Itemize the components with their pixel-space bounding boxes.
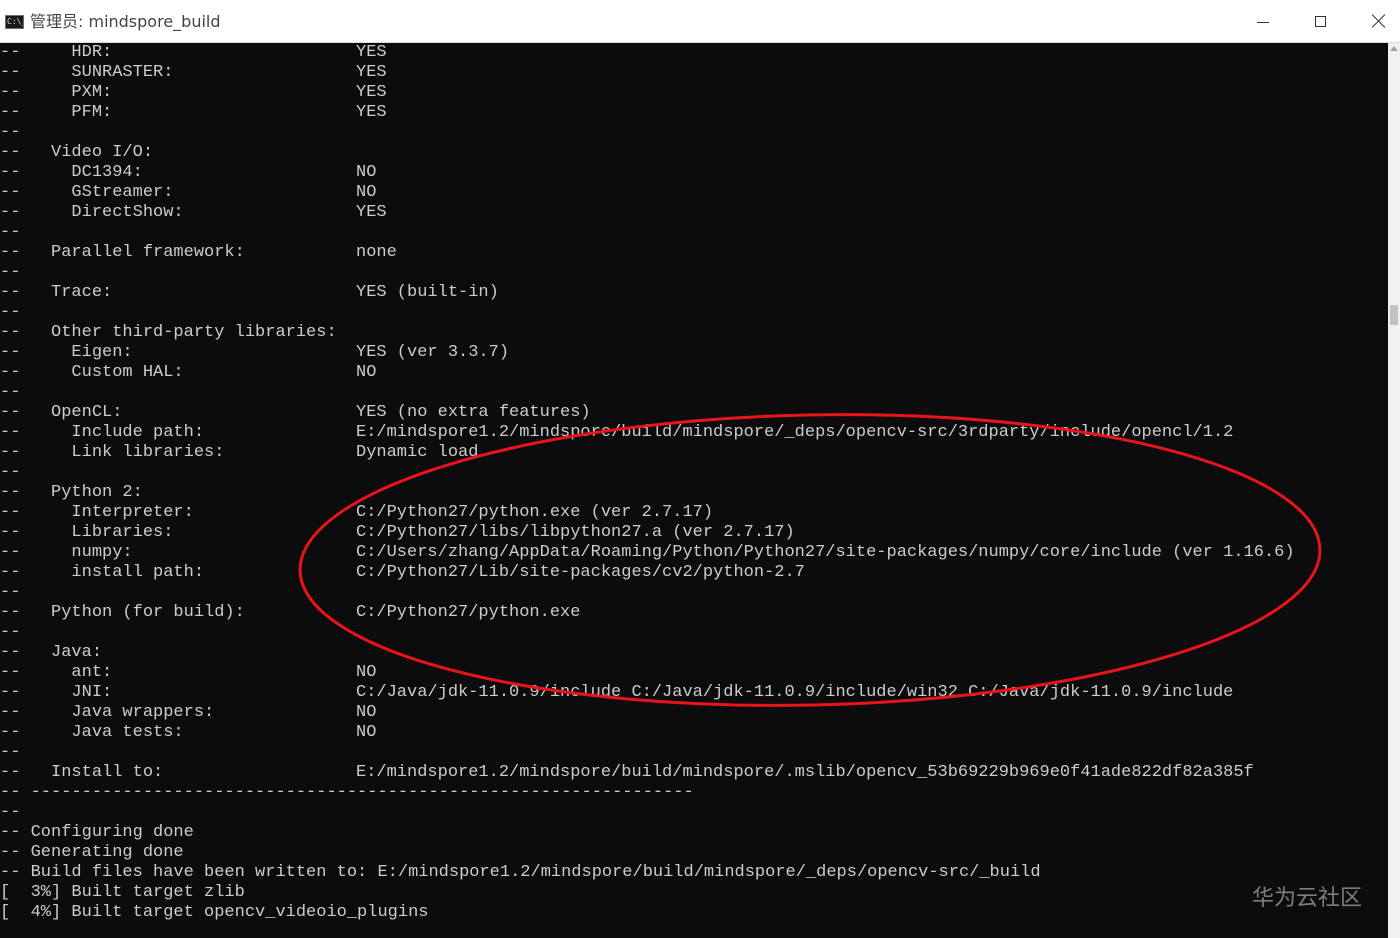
console-line-label: -- — [0, 223, 21, 242]
title-bar[interactable]: C:\_ 管理员: mindspore_build — [0, 0, 1400, 43]
console-line-value: YES — [356, 103, 387, 122]
vertical-scrollbar[interactable] — [1388, 43, 1400, 938]
console-line-label: -- Python 2: — [0, 483, 143, 502]
console-line-label: -- install path: — [0, 563, 205, 582]
close-icon — [1372, 14, 1386, 28]
console-line-value: YES (no extra features) — [356, 403, 591, 422]
maximize-button[interactable] — [1292, 0, 1350, 43]
console-line-value: YES (built-in) — [356, 283, 499, 302]
console-output[interactable]: -- HDR: YES -- SUNRASTER: YES -- PXM: YES -- P… — [0, 43, 1388, 938]
console-line-label: [ 3%] Built target zlib — [0, 883, 245, 902]
console-window: C:\_ 管理员: mindspore_build -- HDR: YES -- S… — [0, 0, 1400, 938]
console-line-label: -- SUNRASTER: — [0, 63, 174, 82]
console-line-value: YES — [356, 83, 387, 102]
console-line-label: -- OpenCL: — [0, 403, 123, 422]
console-line-label: -- Other third-party libraries: — [0, 323, 337, 342]
scroll-up-arrow-icon[interactable] — [1390, 46, 1398, 51]
console-line-label: -- Libraries: — [0, 523, 174, 542]
console-line-label: -- Configuring done — [0, 823, 194, 842]
maximize-icon — [1315, 16, 1326, 27]
console-line-value: none — [356, 243, 397, 262]
console-line-label: -- JNI: — [0, 683, 113, 702]
console-line-value: NO — [356, 723, 377, 742]
console-line-label: -- HDR: — [0, 43, 113, 62]
console-line-label: -- — [0, 623, 21, 642]
minimize-icon — [1257, 22, 1269, 23]
console-line-label: -- PXM: — [0, 83, 113, 102]
console-line-label: -- GStreamer: — [0, 183, 174, 202]
console-line-label: -- — [0, 263, 21, 282]
console-line-value: C:/Java/jdk-11.0.9/include C:/Java/jdk-1… — [356, 683, 1234, 702]
console-line-label: -- numpy: — [0, 543, 133, 562]
console-line-label: -- — [0, 383, 21, 402]
console-line-label: -- — [0, 303, 21, 322]
console-line-value: YES — [356, 63, 387, 82]
console-line-label: -- Java wrappers: — [0, 703, 215, 722]
console-line-value: C:/Users/zhang/AppData/Roaming/Python/Py… — [356, 543, 1295, 562]
cmd-icon[interactable]: C:\_ — [5, 15, 24, 29]
console-line-value: C:/Python27/Lib/site-packages/cv2/python… — [356, 563, 805, 582]
console-line-label: -- Parallel framework: — [0, 243, 245, 262]
console-line-value: YES (ver 3.3.7) — [356, 343, 510, 362]
console-line-label: [ 4%] Built target opencv_videoio_plugin… — [0, 903, 429, 922]
scroll-thumb[interactable] — [1390, 305, 1398, 325]
console-line-label: -- PFM: — [0, 103, 113, 122]
console-line-value: NO — [356, 163, 377, 182]
minimize-button[interactable] — [1234, 0, 1292, 43]
console-line-label: -- Java: — [0, 643, 103, 662]
console-line-value: C:/Python27/python.exe (ver 2.7.17) — [356, 503, 714, 522]
watermark-text: 华为云社区 — [1252, 886, 1363, 911]
console-line-label: -- Include path: — [0, 423, 205, 442]
console-line-value: YES — [356, 43, 387, 62]
console-line-label: -- — [0, 803, 21, 822]
console-line-label: -- Java tests: — [0, 723, 184, 742]
console-line-label: -- DC1394: — [0, 163, 143, 182]
console-line-label: -- -------------------------------------… — [0, 783, 694, 802]
console-line-label: -- Link libraries: — [0, 443, 225, 462]
console-line-label: -- — [0, 123, 21, 142]
console-line-label: -- Generating done — [0, 843, 184, 862]
console-line-label: -- — [0, 743, 21, 762]
console-line-label: -- Video I/O: — [0, 143, 154, 162]
console-line-value: C:/Python27/python.exe — [356, 603, 581, 622]
console-line-value: Dynamic load — [356, 443, 479, 462]
console-line-label: -- Build files have been written to: E:/… — [0, 863, 1041, 882]
console-line-label: -- Install to: — [0, 763, 164, 782]
console-line-value: E:/mindspore1.2/mindspore/build/mindspor… — [356, 423, 1234, 442]
console-line-value: NO — [356, 663, 377, 682]
console-line-label: -- Interpreter: — [0, 503, 194, 522]
console-line-label: -- — [0, 463, 21, 482]
console-line-label: -- Eigen: — [0, 343, 133, 362]
console-line-label: -- Trace: — [0, 283, 113, 302]
console-line-label: -- — [0, 583, 21, 602]
console-line-label: -- Python (for build): — [0, 603, 245, 622]
console-line-value: E:/mindspore1.2/mindspore/build/mindspor… — [356, 763, 1254, 782]
console-line-value: NO — [356, 183, 377, 202]
window-title: 管理员: mindspore_build — [30, 12, 221, 31]
console-line-label: -- DirectShow: — [0, 203, 184, 222]
close-button[interactable] — [1350, 0, 1400, 43]
console-line-value: NO — [356, 363, 377, 382]
console-line-label: -- Custom HAL: — [0, 363, 184, 382]
console-line-value: NO — [356, 703, 377, 722]
console-line-value: C:/Python27/libs/libpython27.a (ver 2.7.… — [356, 523, 795, 542]
console-line-value: YES — [356, 203, 387, 222]
console-line-label: -- ant: — [0, 663, 113, 682]
